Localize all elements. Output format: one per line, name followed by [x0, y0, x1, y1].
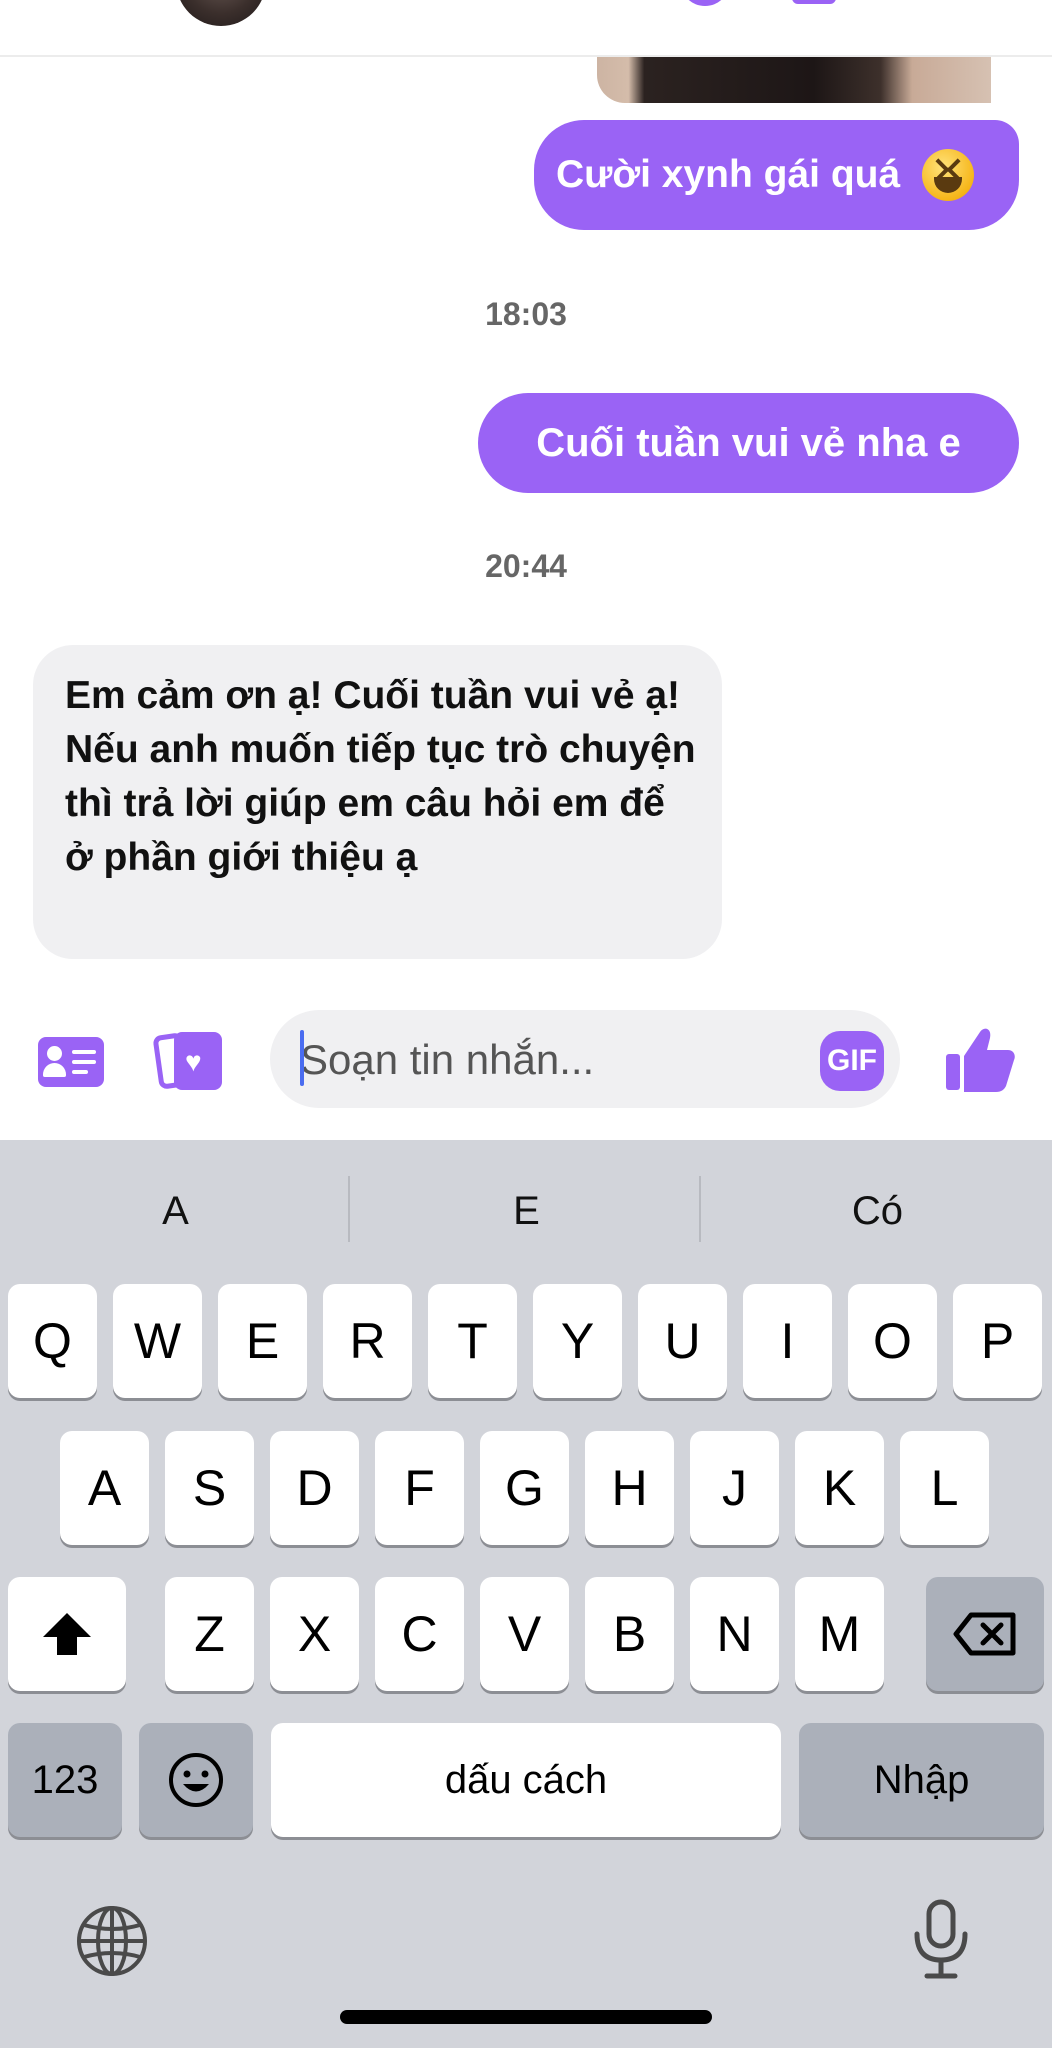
key-h[interactable]: H [585, 1431, 674, 1545]
text-caret [300, 1030, 304, 1086]
key-o[interactable]: O [848, 1284, 937, 1398]
return-key[interactable]: Nhập [799, 1723, 1044, 1837]
key-k[interactable]: K [795, 1431, 884, 1545]
home-indicator[interactable] [340, 2010, 712, 2024]
key-n[interactable]: N [690, 1577, 779, 1691]
microphone-icon[interactable] [909, 1898, 973, 1982]
timestamp: 20:44 [485, 548, 567, 584]
shift-arrow-icon [43, 1613, 91, 1655]
globe-icon[interactable] [75, 1904, 149, 1978]
key-f[interactable]: F [375, 1431, 464, 1545]
key-q[interactable]: Q [8, 1284, 97, 1398]
key-c[interactable]: C [375, 1577, 464, 1691]
key-i[interactable]: I [743, 1284, 832, 1398]
suggestion-2[interactable]: E [351, 1178, 702, 1244]
key-d[interactable]: D [270, 1431, 359, 1545]
message-text: Cuối tuần vui vẻ nha e [536, 421, 961, 465]
timestamp: 18:03 [485, 296, 567, 332]
emoji-key[interactable] [139, 1723, 253, 1837]
key-w[interactable]: W [113, 1284, 202, 1398]
emoji-face-icon [169, 1753, 223, 1807]
outgoing-message-bubble[interactable]: Cuối tuần vui vẻ nha e [478, 393, 1019, 493]
cards-heart-icon[interactable]: ♥ [152, 1030, 224, 1092]
shift-key[interactable] [8, 1577, 126, 1691]
thumbs-up-icon[interactable] [944, 1022, 1016, 1094]
message-text: Em cảm ơn ạ! Cuối tuần vui vẻ ạ! Nếu anh… [65, 674, 696, 879]
key-v[interactable]: V [480, 1577, 569, 1691]
key-z[interactable]: Z [165, 1577, 254, 1691]
space-key[interactable]: dấu cách [271, 1723, 781, 1837]
backspace-icon [953, 1612, 1016, 1656]
shared-photo[interactable] [597, 57, 991, 103]
key-r[interactable]: R [323, 1284, 412, 1398]
key-j[interactable]: J [690, 1431, 779, 1545]
key-t[interactable]: T [428, 1284, 517, 1398]
suggestion-divider [348, 1176, 350, 1242]
suggestion-divider [699, 1176, 701, 1242]
numbers-key[interactable]: 123 [8, 1723, 122, 1837]
outgoing-message-bubble[interactable]: Cười xynh gái quá [534, 120, 1019, 230]
key-u[interactable]: U [638, 1284, 727, 1398]
suggestion-1[interactable]: A [0, 1178, 351, 1244]
message-input-placeholder: Soạn tin nhắn... [300, 1036, 595, 1083]
suggestion-3[interactable]: Có [702, 1178, 1052, 1244]
key-g[interactable]: G [480, 1431, 569, 1545]
key-y[interactable]: Y [533, 1284, 622, 1398]
message-text: Cười xynh gái quá [556, 152, 901, 196]
contact-avatar[interactable] [176, 0, 266, 26]
key-p[interactable]: P [953, 1284, 1042, 1398]
key-l[interactable]: L [900, 1431, 989, 1545]
key-x[interactable]: X [270, 1577, 359, 1691]
key-a[interactable]: A [60, 1431, 149, 1545]
key-s[interactable]: S [165, 1431, 254, 1545]
chat-header [0, 0, 1052, 57]
contact-card-icon[interactable] [38, 1037, 104, 1087]
incoming-message-bubble[interactable]: Em cảm ơn ạ! Cuối tuần vui vẻ ạ! Nếu anh… [33, 645, 722, 959]
key-m[interactable]: M [795, 1577, 884, 1691]
key-b[interactable]: B [585, 1577, 674, 1691]
backspace-key[interactable] [926, 1577, 1044, 1691]
gif-button[interactable]: GIF [820, 1031, 884, 1091]
video-icon[interactable] [792, 0, 836, 4]
chat-screen: Cười xynh gái quá 18:03 Cuối tuần vui vẻ… [0, 0, 1052, 2048]
key-e[interactable]: E [218, 1284, 307, 1398]
call-icon[interactable] [680, 0, 730, 6]
grinning-squinting-face-icon [922, 149, 975, 201]
